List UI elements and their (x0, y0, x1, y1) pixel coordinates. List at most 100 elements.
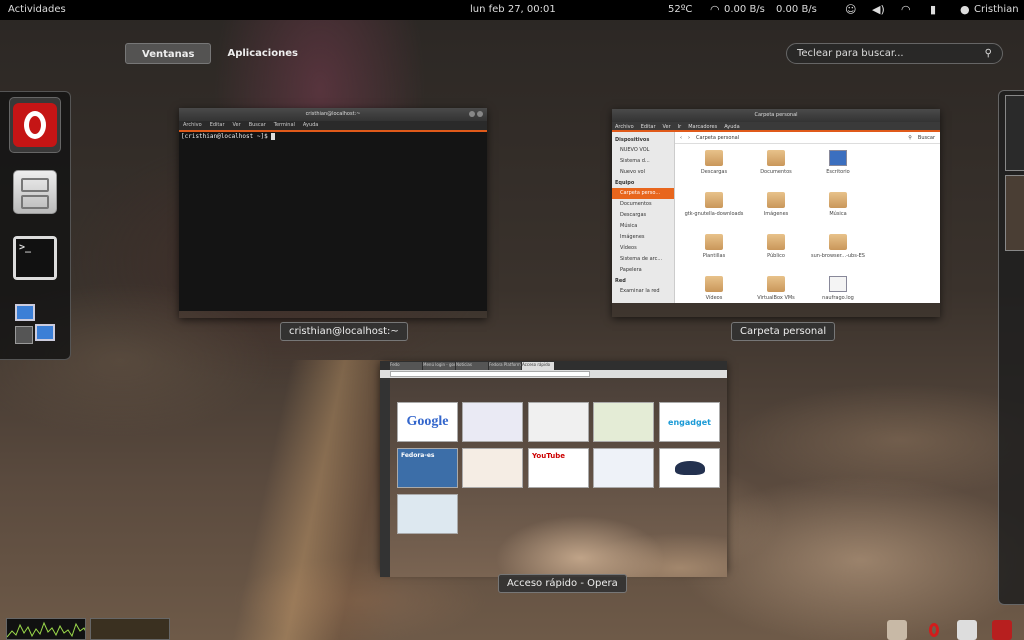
speed-dial-fedora-hat[interactable] (659, 448, 720, 488)
sidebar-item[interactable]: Imágenes (612, 232, 674, 243)
file-item[interactable]: Música (807, 192, 869, 228)
temperature-indicator[interactable]: 52ºC (668, 4, 692, 15)
sidebar-item[interactable]: Carpeta perso... (612, 188, 674, 199)
tab-applications[interactable]: Aplicaciones (211, 43, 314, 64)
file-item[interactable]: VirtualBox VMs (745, 276, 807, 312)
menu-item[interactable]: Terminal (274, 121, 295, 130)
menu-item[interactable]: Ayuda (724, 122, 739, 130)
file-item[interactable]: Escritorio (807, 150, 869, 186)
folder-icon (705, 276, 723, 292)
system-monitor-graph[interactable] (6, 618, 86, 640)
menu-item[interactable]: Marcadores (688, 122, 717, 130)
sidebar-item[interactable]: NUEVO VOL (612, 145, 674, 156)
speed-dial-map[interactable] (397, 494, 458, 534)
search-label[interactable]: Buscar (918, 135, 935, 141)
speed-dial-fedora[interactable]: Fedora-es (397, 448, 458, 488)
sidebar-item[interactable]: Papelera (612, 265, 674, 276)
search-input[interactable]: Teclear para buscar... ⚲ (786, 43, 1003, 64)
clock[interactable]: lun feb 27, 00:01 (470, 4, 556, 15)
tab-windows[interactable]: Ventanas (125, 43, 212, 64)
file-item-empty (869, 150, 931, 186)
file-item[interactable]: Vídeos (683, 276, 745, 312)
sidebar-item[interactable]: Vídeos (612, 243, 674, 254)
sidebar-item[interactable]: Nuevo vol (612, 167, 674, 178)
file-item[interactable]: naufrago.log (807, 276, 869, 312)
terminal-output[interactable]: [cristhian@localhost ~]$ (179, 130, 487, 311)
file-item[interactable]: Documentos (745, 150, 807, 186)
net-down-speed[interactable]: 0.00 B/s (724, 4, 765, 15)
browser-tab[interactable]: Fedora Platform... (489, 362, 521, 370)
speed-dial-youtube[interactable]: YouTube (528, 448, 589, 488)
sidebar-item[interactable]: Descargas (612, 210, 674, 221)
avatar[interactable] (887, 620, 907, 640)
speed-dial-tile[interactable] (593, 448, 654, 488)
menu-item[interactable]: Buscar (249, 121, 266, 130)
sidebar-item[interactable]: Música (612, 221, 674, 232)
accessibility-icon[interactable]: ☺ (845, 3, 856, 16)
forward-icon[interactable]: › (688, 135, 690, 141)
sidebar-item[interactable]: Documentos (612, 199, 674, 210)
workspace-thumbnail[interactable] (1005, 95, 1024, 171)
files-caption[interactable]: Carpeta personal (731, 322, 836, 341)
net-up-speed[interactable]: 0.00 B/s (776, 4, 817, 15)
browser-tab[interactable]: Fedo (390, 362, 422, 370)
speed-dial-tile[interactable] (593, 402, 654, 442)
browser-tab-active[interactable]: Acceso rápido (522, 362, 554, 370)
terminal-caption[interactable]: cristhian@localhost:~ (280, 322, 408, 341)
user-menu[interactable]: Cristhian (974, 4, 1019, 15)
folder-icon (705, 150, 723, 166)
menu-item[interactable]: Ayuda (303, 121, 318, 130)
path-button[interactable]: Carpeta personal (696, 135, 739, 141)
menu-item[interactable]: Ver (663, 122, 671, 130)
file-item[interactable]: Plantillas (683, 234, 745, 270)
terminal-icon: >_ (13, 236, 57, 280)
menu-item[interactable]: Archivo (183, 121, 202, 130)
file-item[interactable]: Público (745, 234, 807, 270)
speed-dial-tile[interactable] (462, 402, 523, 442)
file-item[interactable]: gtk-gnutella-downloads (683, 192, 745, 228)
menu-item[interactable]: Ir (678, 122, 682, 130)
file-item[interactable]: Descargas (683, 150, 745, 186)
search-icon[interactable]: ⚲ (908, 135, 912, 141)
activities-button[interactable]: Actividades (8, 4, 66, 15)
sidebar-item[interactable]: Sistema d... (612, 156, 674, 167)
speed-dial-tile[interactable] (462, 448, 523, 488)
menu-item[interactable]: Editar (641, 122, 656, 130)
eject-icon[interactable] (957, 620, 977, 640)
address-bar[interactable] (380, 370, 727, 378)
browser-tab[interactable]: Noticias (456, 362, 488, 370)
battery-icon[interactable]: ▮ (930, 3, 936, 16)
app-tray-icon[interactable] (992, 620, 1012, 640)
system-monitor-graph[interactable] (90, 618, 170, 640)
menu-item[interactable]: Archivo (615, 122, 634, 130)
browser-tab[interactable]: Menú login - gome (423, 362, 455, 370)
close-icon[interactable] (477, 111, 483, 117)
back-icon[interactable]: ‹ (680, 135, 682, 141)
file-item[interactable]: sun-browser...-ubs-ES (807, 234, 869, 270)
file-item[interactable]: Imágenes (745, 192, 807, 228)
files-window[interactable]: Carpeta personal Archivo Editar Ver Ir M… (612, 109, 940, 317)
dash-app-terminal[interactable]: >_ (9, 230, 61, 286)
volume-icon[interactable]: ◀) (872, 3, 885, 16)
sidebar-item[interactable]: Examinar la red (612, 286, 674, 297)
opera-caption[interactable]: Acceso rápido - Opera (498, 574, 627, 593)
workspace-thumbnail[interactable] (1005, 175, 1024, 251)
speed-dial-page: Google engadget Fedora-es YouTube (380, 378, 727, 577)
menu-item[interactable]: Editar (210, 121, 225, 130)
terminal-window[interactable]: cristhian@localhost:~ Archivo Editar Ver… (179, 108, 487, 318)
opera-tray-icon[interactable] (924, 620, 944, 640)
dash-app-opera[interactable] (9, 97, 61, 153)
sidebar-item[interactable]: Sistema de arc... (612, 254, 674, 265)
speed-dial-engadget[interactable]: engadget (659, 402, 720, 442)
opera-window[interactable]: Fedo Menú login - gome Noticias Fedora P… (380, 361, 727, 577)
menu-item[interactable]: Ver (233, 121, 241, 130)
chat-icon[interactable]: ● (960, 3, 970, 16)
speed-dial-tile[interactable] (528, 402, 589, 442)
network-icon[interactable]: ◠ (901, 3, 911, 16)
speed-dial-google[interactable]: Google (397, 402, 458, 442)
file-item-empty (869, 234, 931, 270)
minimize-icon[interactable] (469, 111, 475, 117)
cpu-graph-icon (7, 621, 85, 638)
dash-app-network[interactable] (9, 296, 61, 352)
dash-app-files[interactable] (9, 164, 61, 220)
